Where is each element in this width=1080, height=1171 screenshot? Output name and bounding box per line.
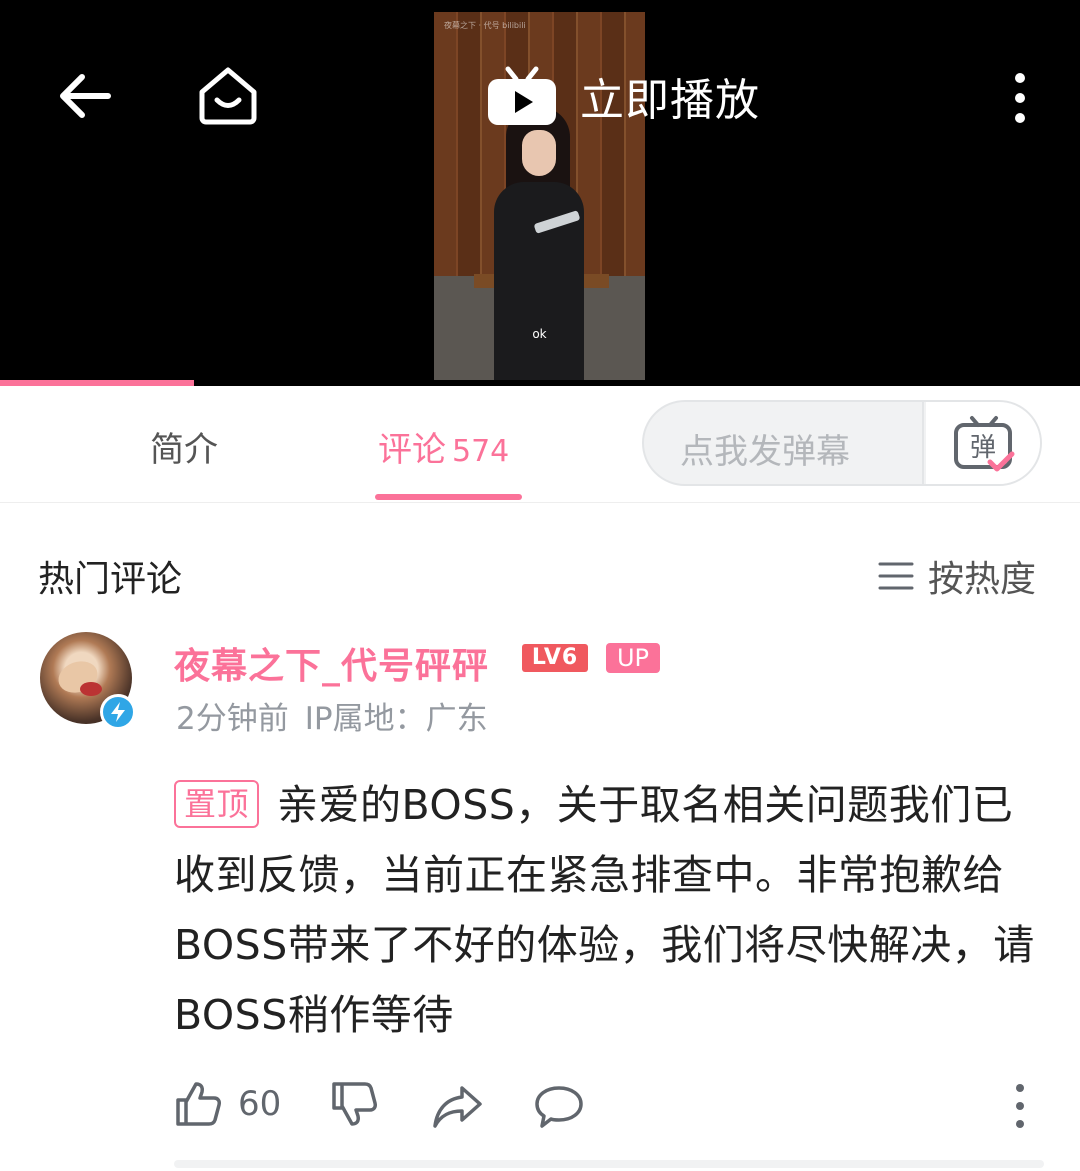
comment-text: 亲爱的BOSS，关于取名相关问题我们已收到反馈，当前正在紧急排查中。非常抱歉给B…	[174, 781, 1035, 1039]
up-badge: UP	[606, 643, 660, 673]
hot-comments-title: 热门评论	[38, 559, 183, 600]
verified-badge-icon	[100, 694, 136, 730]
danmaku-toggle-button[interactable]: 弹	[926, 402, 1040, 484]
comment-ip-location: IP属地：广东	[304, 701, 488, 737]
comment-username[interactable]: 夜幕之下_代号砰砰	[174, 637, 489, 689]
like-count: 60	[238, 1084, 282, 1124]
level-badge: LV6	[522, 644, 588, 672]
video-player[interactable]: 夜幕之下 · 代号 bilibili ok 立即播放	[0, 0, 1080, 386]
tab-comments[interactable]: 评论 574	[378, 422, 509, 471]
danmaku-placeholder: 点我发弹幕	[680, 432, 850, 472]
comment-meta: 2分钟前 IP属地：广东	[176, 693, 488, 738]
comment-time: 2分钟前	[176, 701, 289, 737]
danmaku-input[interactable]: 点我发弹幕 弹	[642, 400, 1042, 486]
play-now-button[interactable]: 立即播放	[486, 64, 760, 128]
pinned-tag: 置顶	[174, 780, 260, 828]
play-now-label: 立即播放	[580, 75, 760, 126]
danmaku-icon: 弹	[954, 416, 1015, 472]
sort-lines-icon	[878, 562, 914, 590]
video-watermark: 夜幕之下 · 代号 bilibili	[444, 21, 526, 30]
active-tab-indicator	[375, 494, 522, 500]
like-icon[interactable]	[174, 1080, 222, 1128]
comments-header: 热门评论 按热度	[0, 502, 1080, 622]
sort-label: 按热度	[928, 559, 1037, 600]
reply-bubble-icon[interactable]	[534, 1084, 584, 1130]
divider	[174, 1160, 1044, 1168]
svg-text:弹: 弹	[970, 433, 996, 463]
tab-comments-label: 评论	[378, 430, 446, 470]
video-subtitle: ok	[532, 327, 547, 341]
comment-count: 574	[452, 434, 510, 469]
back-arrow-icon[interactable]	[58, 72, 112, 120]
sort-by-heat-button[interactable]: 按热度	[878, 550, 1036, 602]
share-icon[interactable]	[432, 1084, 484, 1130]
comment-body: 置顶 亲爱的BOSS，关于取名相关问题我们已收到反馈，当前正在紧急排查中。非常抱歉…	[174, 770, 1044, 1050]
tab-bar: 简介 评论 574 点我发弹幕 弹	[0, 386, 1080, 503]
tv-play-icon	[488, 66, 556, 125]
comment-more-icon[interactable]	[1008, 1082, 1032, 1130]
dislike-icon[interactable]	[330, 1080, 378, 1128]
tab-intro[interactable]: 简介	[150, 422, 218, 471]
more-vertical-icon[interactable]	[1004, 70, 1036, 126]
comment-actions: 60	[0, 1078, 1080, 1138]
home-icon[interactable]	[196, 64, 260, 126]
